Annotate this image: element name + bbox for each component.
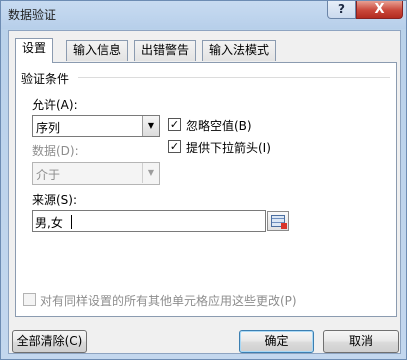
tab-label: 输入法模式 xyxy=(209,43,270,57)
cancel-button[interactable]: 取消 xyxy=(323,330,399,353)
allow-select[interactable]: 序列 ▼ xyxy=(32,115,160,137)
tab-settings[interactable]: 设置 xyxy=(15,38,54,63)
tab-label: 设置 xyxy=(22,41,47,55)
tab-input-message[interactable]: 输入信息 xyxy=(66,40,129,61)
dropdown-arrow-label: 提供下拉箭头(I) xyxy=(186,141,271,155)
tab-error-alert[interactable]: 出错警告 xyxy=(134,40,197,61)
apply-all-checkbox[interactable] xyxy=(23,293,36,306)
source-input[interactable]: 男,女 xyxy=(32,210,266,232)
group-divider xyxy=(78,77,390,78)
ignore-blank-label: 忽略空值(B) xyxy=(186,119,252,133)
dropdown-arrow-checkbox[interactable]: ✓ xyxy=(168,140,181,153)
chevron-down-icon: ▼ xyxy=(142,163,159,183)
tab-label: 输入信息 xyxy=(73,43,122,57)
text-caret xyxy=(71,215,72,229)
data-label: 数据(D): xyxy=(32,144,79,158)
tab-ime-mode[interactable]: 输入法模式 xyxy=(202,40,277,61)
range-picker-button[interactable] xyxy=(267,211,289,231)
settings-panel: 验证条件 允许(A): 序列 ▼ ✓ 忽略空值(B) ✓ 提供下拉箭头(I) 数… xyxy=(15,62,397,317)
data-value: 介于 xyxy=(36,168,61,182)
allow-label: 允许(A): xyxy=(32,98,78,112)
source-value: 男,女 xyxy=(35,216,63,230)
title-bar[interactable]: 数据验证 ? X xyxy=(1,1,406,29)
allow-value: 序列 xyxy=(36,121,61,135)
ok-button[interactable]: 确定 xyxy=(239,330,314,353)
apply-all-label: 对有同样设置的所有其他单元格应用这些更改(P) xyxy=(40,294,297,308)
group-title: 验证条件 xyxy=(21,72,70,86)
source-label: 来源(S): xyxy=(32,193,78,207)
data-select: 介于 ▼ xyxy=(32,162,160,185)
range-select-icon xyxy=(271,215,287,229)
ignore-blank-checkbox[interactable]: ✓ xyxy=(168,118,181,131)
dialog-body: 设置 输入信息 出错警告 输入法模式 验证条件 允许(A): 序列 ▼ ✓ 忽略… xyxy=(8,30,401,354)
close-button[interactable]: X xyxy=(356,1,403,19)
help-button[interactable]: ? xyxy=(327,1,356,19)
tab-label: 出错警告 xyxy=(141,43,190,57)
clear-all-button[interactable]: 全部清除(C) xyxy=(12,330,87,353)
dialog-window: 数据验证 ? X 设置 输入信息 出错警告 输入法模式 验证条件 允许(A): … xyxy=(0,0,407,360)
dialog-title: 数据验证 xyxy=(8,8,57,22)
chevron-down-icon[interactable]: ▼ xyxy=(142,116,159,136)
